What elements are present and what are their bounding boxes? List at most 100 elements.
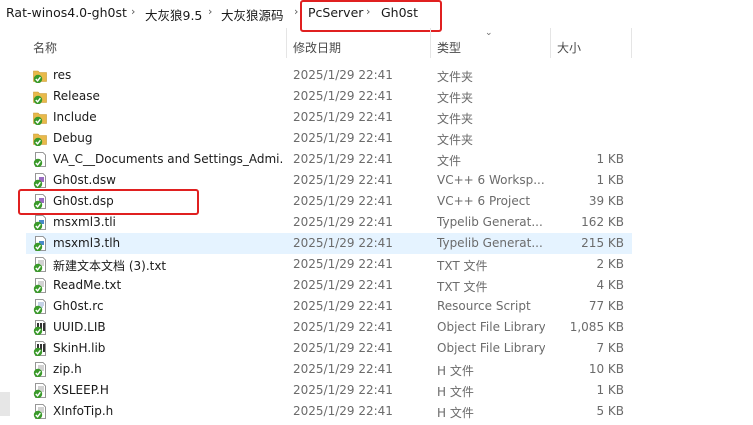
file-modified-date: 2025/1/29 22:41	[293, 404, 393, 418]
breadcrumb-separator-icon[interactable]: ›	[208, 5, 212, 18]
column-header-date[interactable]: 修改日期	[293, 39, 341, 56]
file-row[interactable]: Gh0st.dsw 2025/1/29 22:41 VC++ 6 Worksp...…	[26, 170, 632, 191]
file-name: 新建文本文档 (3).txt	[53, 259, 167, 273]
breadcrumb-separator-icon[interactable]: ›	[131, 5, 135, 18]
file-name: Debug	[53, 131, 93, 145]
file-name: msxml3.tli	[53, 215, 116, 229]
file-modified-date: 2025/1/29 22:41	[293, 383, 393, 397]
file-type: H 文件	[437, 406, 474, 420]
column-header-type[interactable]: 类型	[437, 39, 461, 56]
file-row[interactable]: 新建文本文档 (3).txt 2025/1/29 22:41 TXT 文件 2 KB	[26, 254, 632, 275]
file-row[interactable]: msxml3.tli 2025/1/29 22:41 Typelib Generat…	[26, 212, 632, 233]
file-modified-date: 2025/1/29 22:41	[293, 320, 393, 334]
file-type: Typelib Generat...	[437, 236, 543, 250]
file-size: 2 KB	[596, 257, 624, 271]
file-row[interactable]: Debug 2025/1/29 22:41 文件夹	[26, 128, 632, 149]
folder-icon	[33, 131, 47, 147]
column-divider[interactable]	[550, 28, 551, 58]
text-file-icon	[33, 278, 47, 294]
chevron-down-icon: ⌄	[485, 28, 493, 38]
file-row[interactable]: UUID.LIB 2025/1/29 22:41 Object File Libra…	[26, 317, 632, 338]
file-row[interactable]: XSLEEP.H 2025/1/29 22:41 H 文件 1 KB	[26, 380, 632, 401]
file-icon	[33, 152, 47, 168]
file-type: Typelib Generat...	[437, 215, 543, 229]
file-size: 1 KB	[596, 173, 624, 187]
file-type: H 文件	[437, 385, 474, 399]
breadcrumb: Rat-winos4.0-gh0st › 大灰狼9.5 › 大灰狼源码 › Pc…	[0, 0, 753, 32]
file-modified-date: 2025/1/29 22:41	[293, 299, 393, 313]
file-row[interactable]: Release 2025/1/29 22:41 文件夹	[26, 86, 632, 107]
typelib-icon	[33, 215, 47, 231]
file-modified-date: 2025/1/29 22:41	[293, 110, 393, 124]
file-row[interactable]: res 2025/1/29 22:41 文件夹	[26, 65, 632, 86]
highlight-box-file	[18, 189, 199, 215]
header-file-icon	[33, 362, 47, 378]
file-size: 1 KB	[596, 152, 624, 166]
file-name: Gh0st.dsw	[53, 173, 116, 187]
file-modified-date: 2025/1/29 22:41	[293, 257, 393, 271]
folder-icon	[33, 68, 47, 84]
file-type: 文件	[437, 154, 462, 168]
file-modified-date: 2025/1/29 22:41	[293, 278, 393, 292]
column-divider[interactable]	[631, 28, 632, 58]
file-size: 4 KB	[596, 278, 624, 292]
file-name: Release	[53, 89, 100, 103]
file-size: 162 KB	[581, 215, 624, 229]
column-divider[interactable]	[430, 28, 431, 58]
file-type: VC++ 6 Project	[437, 194, 531, 208]
text-file-icon	[33, 257, 47, 273]
file-row[interactable]: Include 2025/1/29 22:41 文件夹	[26, 107, 632, 128]
file-size: 77 KB	[588, 299, 624, 313]
file-type: TXT 文件	[437, 259, 488, 273]
file-name: Include	[53, 110, 97, 124]
file-size: 7 KB	[596, 341, 624, 355]
breadcrumb-item-dahuilang[interactable]: 大灰狼9.5	[145, 5, 202, 24]
file-modified-date: 2025/1/29 22:41	[293, 362, 393, 376]
file-name: res	[53, 68, 72, 82]
file-name: ReadMe.txt	[53, 278, 122, 292]
column-header: 名称 修改日期 类型 大小	[0, 30, 753, 60]
file-type: TXT 文件	[437, 280, 488, 294]
resource-script-icon	[33, 299, 47, 315]
file-type: Object File Library	[437, 320, 545, 334]
column-header-name[interactable]: 名称	[33, 39, 57, 56]
file-row[interactable]: zip.h 2025/1/29 22:41 H 文件 10 KB	[26, 359, 632, 380]
breadcrumb-item-root[interactable]: Rat-winos4.0-gh0st	[6, 5, 127, 20]
file-modified-date: 2025/1/29 22:41	[293, 89, 393, 103]
breadcrumb-separator-icon[interactable]: ›	[294, 5, 298, 18]
file-modified-date: 2025/1/29 22:41	[293, 194, 393, 208]
library-icon	[33, 341, 47, 357]
file-name: msxml3.tlh	[53, 236, 121, 250]
file-row[interactable]: ReadMe.txt 2025/1/29 22:41 TXT 文件 4 KB	[26, 275, 632, 296]
header-file-icon	[33, 404, 47, 420]
file-row[interactable]: XInfoTip.h 2025/1/29 22:41 H 文件 5 KB	[26, 401, 632, 422]
file-name: XSLEEP.H	[53, 383, 109, 397]
file-modified-date: 2025/1/29 22:41	[293, 341, 393, 355]
folder-icon	[33, 89, 47, 105]
file-modified-date: 2025/1/29 22:41	[293, 68, 393, 82]
navigation-pane-edge	[0, 392, 10, 416]
file-name: zip.h	[53, 362, 82, 376]
typelib-icon	[33, 236, 47, 252]
file-name: VA_C__Documents and Settings_Admi...	[53, 152, 283, 166]
file-modified-date: 2025/1/29 22:41	[293, 173, 393, 187]
file-modified-date: 2025/1/29 22:41	[293, 152, 393, 166]
file-type: 文件夹	[437, 91, 474, 105]
file-type: Resource Script	[437, 299, 531, 313]
file-name: UUID.LIB	[53, 320, 106, 334]
highlight-box-path	[300, 0, 442, 32]
file-modified-date: 2025/1/29 22:41	[293, 215, 393, 229]
file-row[interactable]: VA_C__Documents and Settings_Admi... 2025…	[26, 149, 632, 170]
file-row[interactable]: msxml3.tlh 2025/1/29 22:41 Typelib Generat…	[26, 233, 632, 254]
file-type: 文件夹	[437, 133, 474, 147]
file-size: 1 KB	[596, 383, 624, 397]
file-type: H 文件	[437, 364, 474, 378]
file-row[interactable]: SkinH.lib 2025/1/29 22:41 Object File Libr…	[26, 338, 632, 359]
file-modified-date: 2025/1/29 22:41	[293, 236, 393, 250]
breadcrumb-item-source[interactable]: 大灰狼源码	[221, 5, 284, 24]
file-name: SkinH.lib	[53, 341, 106, 355]
file-row[interactable]: Gh0st.rc 2025/1/29 22:41 Resource Script 77…	[26, 296, 632, 317]
file-type: VC++ 6 Worksp...	[437, 173, 545, 187]
column-divider[interactable]	[286, 28, 287, 58]
column-header-size[interactable]: 大小	[557, 39, 581, 56]
